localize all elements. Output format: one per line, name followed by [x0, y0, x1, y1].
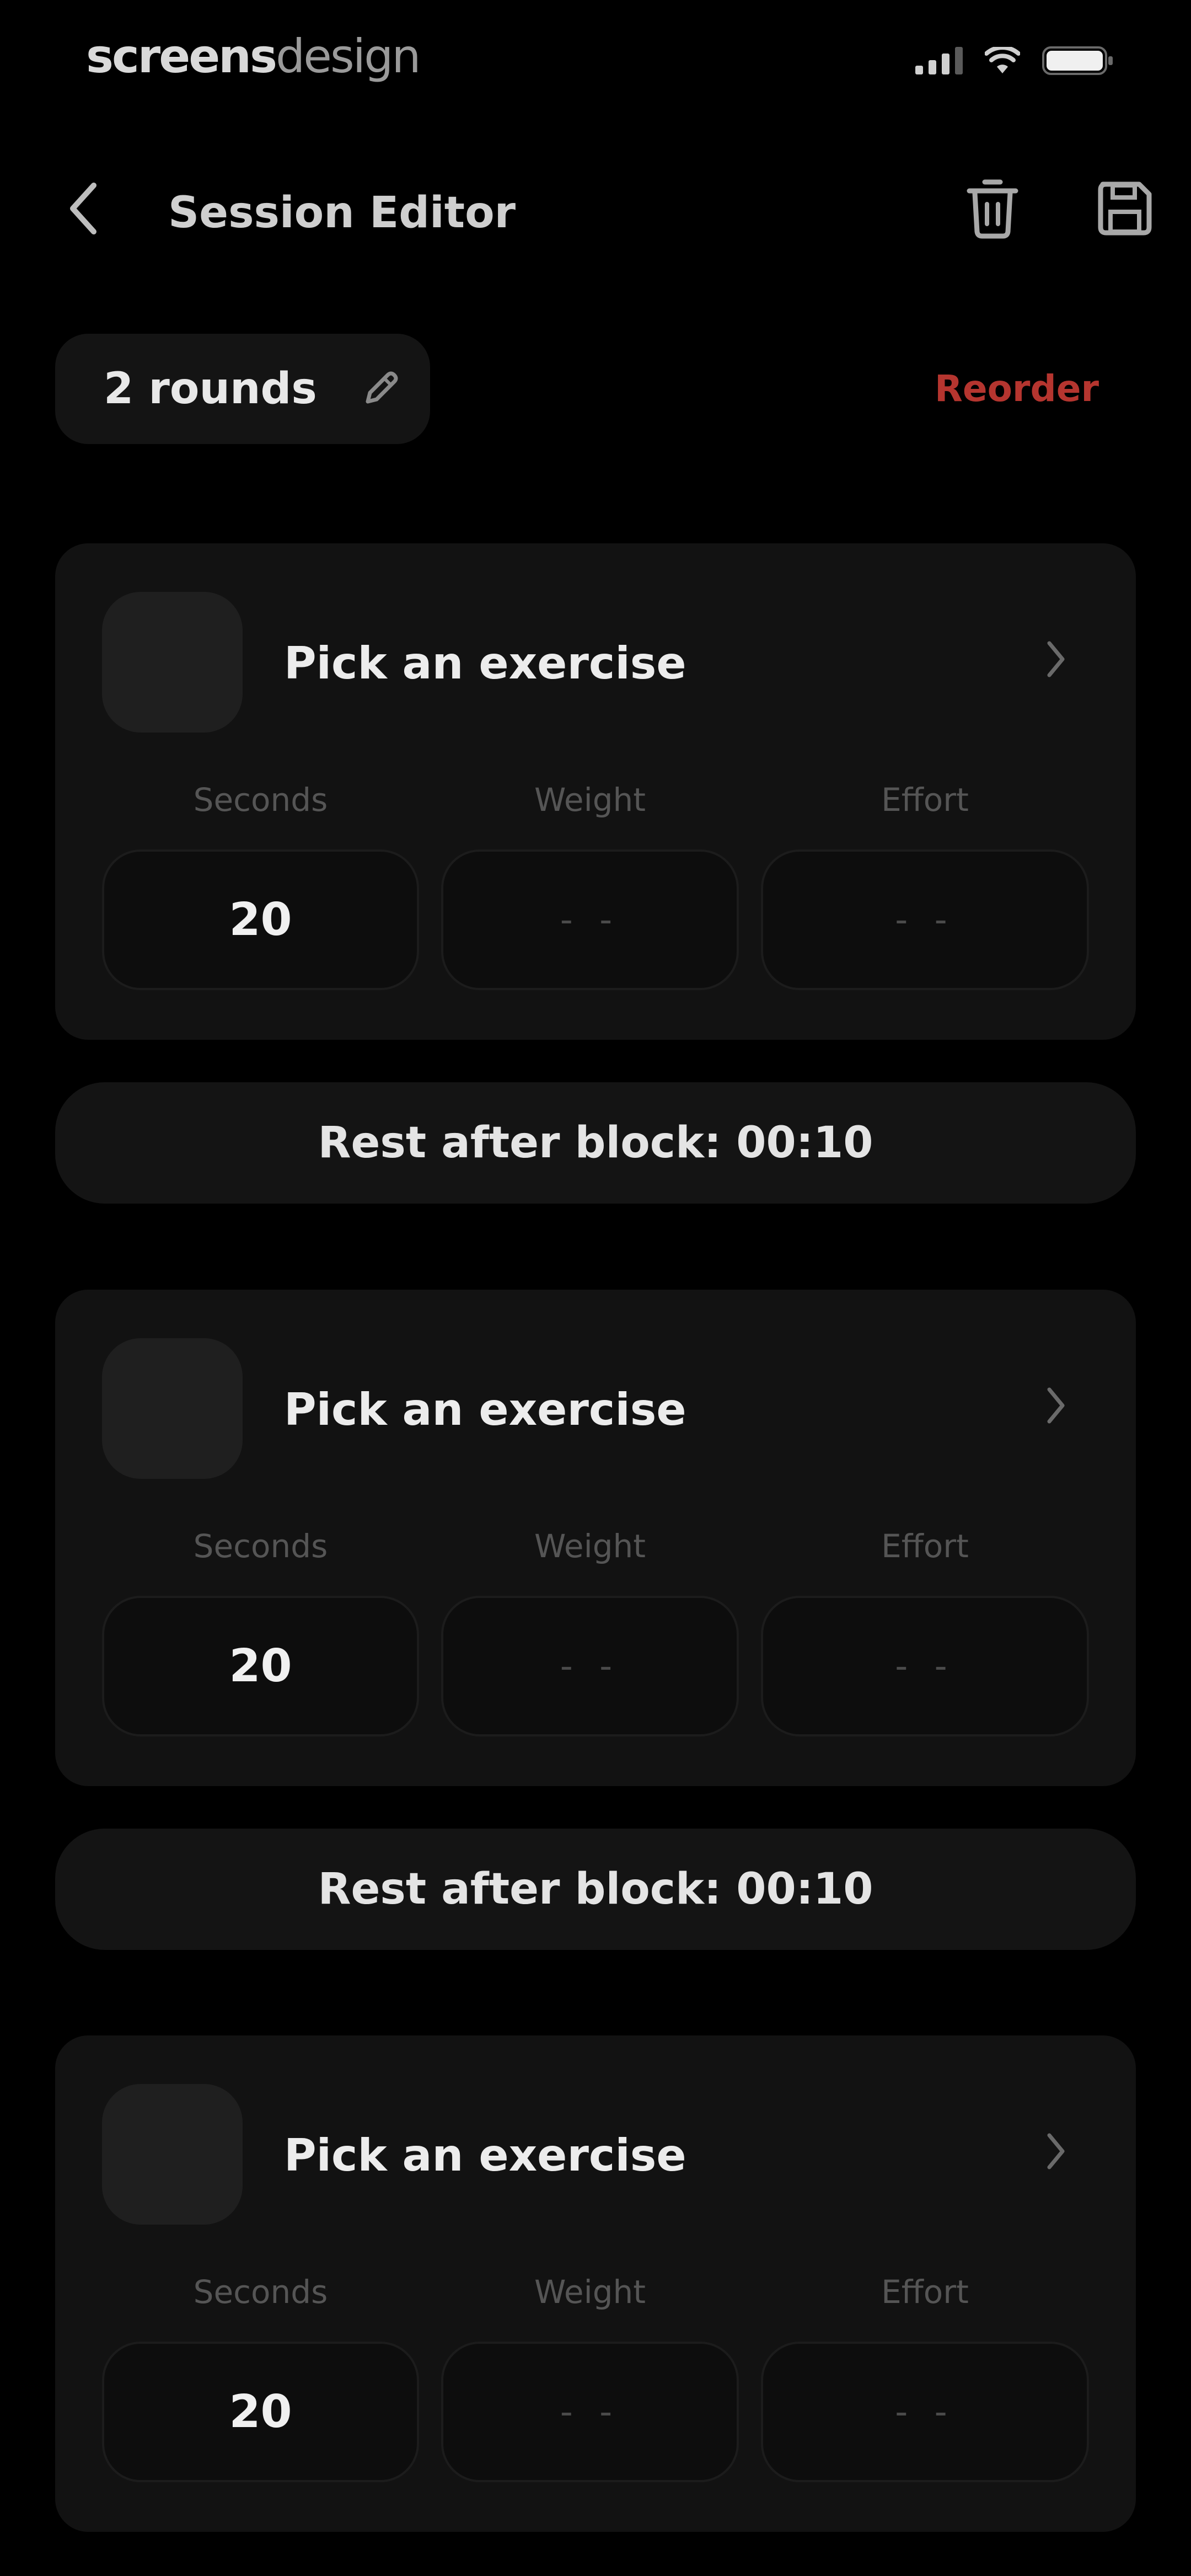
back-button[interactable] [55, 182, 110, 237]
pencil-icon [361, 370, 400, 408]
seconds-label: Seconds [193, 1527, 328, 1565]
effort-input[interactable]: - - [761, 849, 1089, 990]
chevron-right-icon[interactable] [1045, 1386, 1067, 1425]
chevron-left-icon [66, 181, 99, 238]
reorder-button[interactable]: Reorder [935, 364, 1099, 414]
effort-input[interactable]: - - [761, 2342, 1089, 2482]
rounds-selector[interactable]: 2 rounds [55, 334, 430, 444]
exercise-block: Pick an exercise Seconds Weight Effort 2… [55, 1290, 1136, 1786]
chevron-right-icon[interactable] [1045, 2132, 1067, 2171]
status-bar: screensdesign [0, 0, 1191, 121]
seconds-input[interactable]: 20 [102, 849, 419, 990]
save-session-button[interactable] [1095, 177, 1155, 243]
header: Session Editor [0, 160, 1191, 259]
rest-after-block-button[interactable]: Rest after block: 00:10 [55, 1829, 1136, 1950]
rounds-label: 2 rounds [104, 364, 317, 414]
effort-input[interactable]: - - [761, 1596, 1089, 1736]
weight-input[interactable]: - - [441, 849, 739, 990]
weight-input[interactable]: - - [441, 1596, 739, 1736]
exercise-thumbnail[interactable] [102, 1338, 243, 1479]
weight-label: Weight [534, 2273, 646, 2311]
seconds-input[interactable]: 20 [102, 1596, 419, 1736]
screensdesign-logo: screensdesign [86, 29, 421, 84]
save-icon [1096, 180, 1154, 239]
chevron-right-icon[interactable] [1045, 640, 1067, 678]
weight-label: Weight [534, 1527, 646, 1565]
trash-icon [965, 177, 1020, 243]
weight-label: Weight [534, 781, 646, 819]
wifi-icon [985, 47, 1020, 74]
effort-label: Effort [881, 781, 969, 819]
seconds-label: Seconds [193, 2273, 328, 2311]
battery-icon [1042, 45, 1114, 76]
exercise-block: Pick an exercise Seconds Weight Effort 2… [55, 2035, 1136, 2532]
exercise-thumbnail[interactable] [102, 592, 243, 733]
pick-exercise-label[interactable]: Pick an exercise [284, 637, 686, 690]
seconds-input[interactable]: 20 [102, 2342, 419, 2482]
logo-light-text: design [275, 29, 421, 83]
effort-label: Effort [881, 1527, 969, 1565]
page-title: Session Editor [168, 188, 516, 238]
exercise-thumbnail[interactable] [102, 2084, 243, 2225]
status-icons [915, 45, 1114, 76]
exercise-block: Pick an exercise Seconds Weight Effort 2… [55, 543, 1136, 1040]
seconds-label: Seconds [193, 781, 328, 819]
logo-bold-text: screens [86, 29, 277, 83]
effort-label: Effort [881, 2273, 969, 2311]
rest-after-block-button[interactable]: Rest after block: 00:10 [55, 1082, 1136, 1204]
pick-exercise-label[interactable]: Pick an exercise [284, 2129, 686, 2182]
cellular-signal-icon [915, 47, 963, 74]
weight-input[interactable]: - - [441, 2342, 739, 2482]
delete-session-button[interactable] [962, 177, 1023, 243]
pick-exercise-label[interactable]: Pick an exercise [284, 1383, 686, 1436]
